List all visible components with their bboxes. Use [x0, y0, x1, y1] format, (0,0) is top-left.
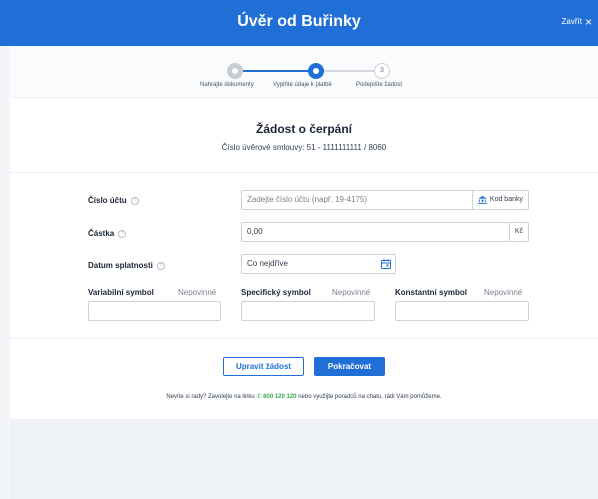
continue-button[interactable]: Pokračovat	[314, 357, 385, 376]
amount-label: Částka?	[88, 229, 127, 238]
bank-code-button[interactable]: Kod banky	[471, 191, 528, 209]
help-icon[interactable]: ?	[118, 229, 127, 238]
calendar-icon[interactable]	[381, 259, 391, 269]
specific-symbol-input[interactable]	[241, 301, 375, 321]
amount-value: 0,00	[247, 227, 263, 236]
variable-symbol-optional: Nepovinné	[178, 288, 217, 297]
due-date-value: Co nejdříve	[247, 259, 288, 268]
phone-icon: ✆	[256, 394, 262, 400]
step-3-label: Podepište žádost	[356, 82, 403, 88]
divider-bottom	[10, 338, 598, 339]
step-1-label: Nahrajte dokumenty	[200, 82, 254, 88]
edit-request-button[interactable]: Upravit žádost	[223, 357, 304, 376]
variable-symbol-label: Variabilní symbol	[88, 288, 154, 297]
specific-symbol-label: Specifický symbol	[241, 288, 311, 297]
divider-top	[10, 172, 598, 173]
close-icon: ×	[584, 14, 592, 29]
help-text: Nevíte si rady? Zavolejte na linku ✆ 800…	[10, 393, 598, 400]
form-title: Žádost o čerpání	[255, 122, 353, 136]
bank-icon	[477, 196, 487, 204]
app-header: Úvěr od Buřinky Zavřít ×	[0, 0, 598, 46]
drawdown-form-card: Žádost o čerpání Číslo úvěrové smlouvy: …	[10, 98, 598, 419]
step-2-label: Vyplňte údaje k platbě	[273, 82, 332, 88]
page-footer	[10, 419, 598, 499]
constant-symbol-input[interactable]	[395, 301, 529, 321]
help-prefix: Nevíte si rady? Zavolejte na linku	[166, 394, 255, 400]
help-icon[interactable]: ?	[130, 196, 139, 205]
step-connector-2	[324, 70, 374, 72]
account-label: Číslo účtu?	[88, 196, 139, 205]
page-title: Úvěr od Buřinky	[237, 13, 361, 30]
specific-symbol-optional: Nepovinné	[332, 288, 371, 297]
account-number-placeholder: Zadejte číslo účtu (např. 19-4175)	[247, 195, 368, 204]
close-label: Zavřít	[561, 17, 582, 26]
due-date-input[interactable]: Co nejdříve	[241, 254, 396, 274]
close-button[interactable]: Zavřít ×	[561, 14, 592, 29]
amount-input[interactable]: 0,00 Kč	[241, 222, 529, 242]
step-2-indicator	[308, 63, 324, 79]
step-1-indicator	[227, 63, 243, 79]
variable-symbol-input[interactable]	[88, 301, 221, 321]
phone-link[interactable]: 800 120 120	[263, 394, 296, 400]
step-3-indicator: 3	[374, 63, 390, 79]
contract-number: Číslo úvěrové smlouvy: 51 - 1111111111 /…	[221, 143, 387, 152]
currency-label: Kč	[508, 223, 528, 241]
constant-symbol-label: Konstantní symbol	[395, 288, 468, 297]
due-date-label: Datum splatnosti?	[88, 261, 165, 270]
help-suffix: nebo využijte poradců na chatu, rádi Vám…	[298, 394, 442, 400]
help-icon[interactable]: ?	[156, 261, 165, 270]
constant-symbol-optional: Nepovinné	[484, 288, 523, 297]
account-number-input[interactable]: Zadejte číslo účtu (např. 19-4175) Kod b…	[241, 190, 529, 210]
progress-stepper: 3 Nahrajte dokumenty Vyplňte údaje k pla…	[10, 46, 598, 98]
step-connector-1	[243, 70, 308, 72]
